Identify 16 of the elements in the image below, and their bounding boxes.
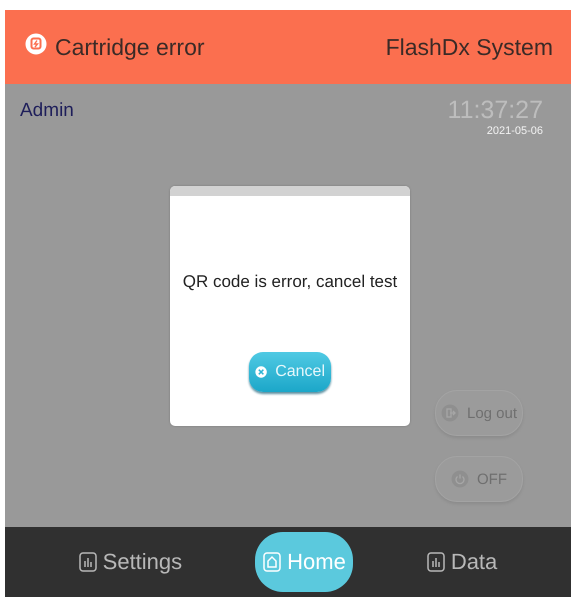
nav-tab[interactable]: Data <box>412 532 512 592</box>
screen-title: Cartridge error <box>55 34 205 60</box>
power-icon <box>451 470 469 488</box>
bar-chart-icon <box>78 552 97 572</box>
clock-date: 2021-05-06 <box>486 125 543 137</box>
nav-tab[interactable]: Home <box>255 532 354 592</box>
cartridge-icon <box>25 33 47 55</box>
close-icon <box>255 364 268 380</box>
nav-tab[interactable]: Settings <box>64 532 196 592</box>
logout-icon <box>440 404 459 422</box>
user-name: Admin <box>20 100 74 122</box>
system-name: FlashDx System <box>386 34 553 60</box>
home-icon <box>263 552 282 572</box>
bar-chart-icon <box>426 552 445 572</box>
error-message: QR code is error, cancel test <box>182 272 398 292</box>
cancel-button[interactable]: Cancel <box>249 352 331 392</box>
